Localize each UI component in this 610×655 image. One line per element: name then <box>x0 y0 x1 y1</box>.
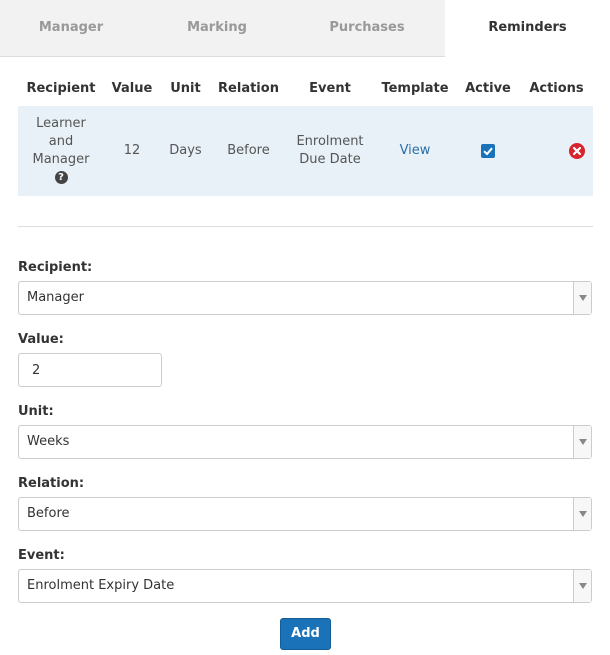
event-line: Due Date <box>299 152 361 167</box>
column-header-template: Template <box>381 80 449 96</box>
dropdown-arrow[interactable] <box>573 282 591 314</box>
recipient-line: and <box>48 134 74 149</box>
value-input[interactable] <box>18 353 162 387</box>
tab-purchases[interactable]: Purchases <box>292 0 442 56</box>
relation-select[interactable]: Before <box>18 497 592 531</box>
chevron-down-icon <box>579 583 587 589</box>
table-row: Learner and Manager ? 12 Days Before Enr… <box>18 106 593 196</box>
tab-bar: Manager Marking Purchases Reminders <box>0 0 610 57</box>
recipient-select[interactable]: Manager <box>18 281 592 315</box>
active-checkbox[interactable] <box>481 143 495 158</box>
reminders-table: Recipient Value Unit Relation Event Temp… <box>18 70 593 196</box>
cell-actions <box>520 106 593 196</box>
divider <box>18 226 593 227</box>
question-circle-icon[interactable]: ? <box>54 171 68 184</box>
dropdown-arrow[interactable] <box>573 570 591 602</box>
template-view-link[interactable]: View <box>400 143 431 158</box>
cell-unit: Days <box>160 106 211 196</box>
chevron-down-icon <box>579 295 587 301</box>
add-button[interactable]: Add <box>280 618 331 650</box>
tab-marking[interactable]: Marking <box>142 0 292 56</box>
event-select-value: Enrolment Expiry Date <box>27 578 175 593</box>
recipient-select-value: Manager <box>27 290 84 305</box>
cell-value: 12 <box>104 106 160 196</box>
relation-label: Relation: <box>18 476 85 491</box>
event-label: Event: <box>18 548 65 563</box>
checkmark-icon <box>483 147 493 155</box>
cell-active <box>456 106 520 196</box>
column-header-actions: Actions <box>529 80 584 96</box>
recipient-label: Recipient: <box>18 260 93 275</box>
tab-manager[interactable]: Manager <box>0 0 142 56</box>
column-header-relation: Relation <box>218 80 279 96</box>
table-header-row: Recipient Value Unit Relation Event Temp… <box>18 70 593 106</box>
tab-reminders[interactable]: Reminders <box>445 0 610 57</box>
recipient-line: Manager <box>32 152 90 167</box>
cell-recipient: Learner and Manager ? <box>18 106 104 196</box>
unit-label: Unit: <box>18 404 54 419</box>
column-header-value: Value <box>111 80 153 96</box>
dropdown-arrow[interactable] <box>573 426 591 458</box>
value-label: Value: <box>18 332 64 347</box>
event-line: Enrolment <box>296 134 364 149</box>
event-select[interactable]: Enrolment Expiry Date <box>18 569 592 603</box>
cell-event: Enrolment Due Date <box>286 106 374 196</box>
recipient-line: Learner <box>36 116 86 131</box>
delete-icon[interactable] <box>569 142 585 159</box>
chevron-down-icon <box>579 511 587 517</box>
cell-template: View <box>374 106 456 196</box>
cell-relation: Before <box>211 106 286 196</box>
unit-select-value: Weeks <box>27 434 70 449</box>
column-header-unit: Unit <box>170 80 201 96</box>
chevron-down-icon <box>579 439 587 445</box>
relation-select-value: Before <box>27 506 70 521</box>
unit-select[interactable]: Weeks <box>18 425 592 459</box>
dropdown-arrow[interactable] <box>573 498 591 530</box>
column-header-active: Active <box>465 80 511 96</box>
column-header-recipient: Recipient <box>26 80 96 96</box>
column-header-event: Event <box>309 80 351 96</box>
close-icon <box>572 146 582 155</box>
